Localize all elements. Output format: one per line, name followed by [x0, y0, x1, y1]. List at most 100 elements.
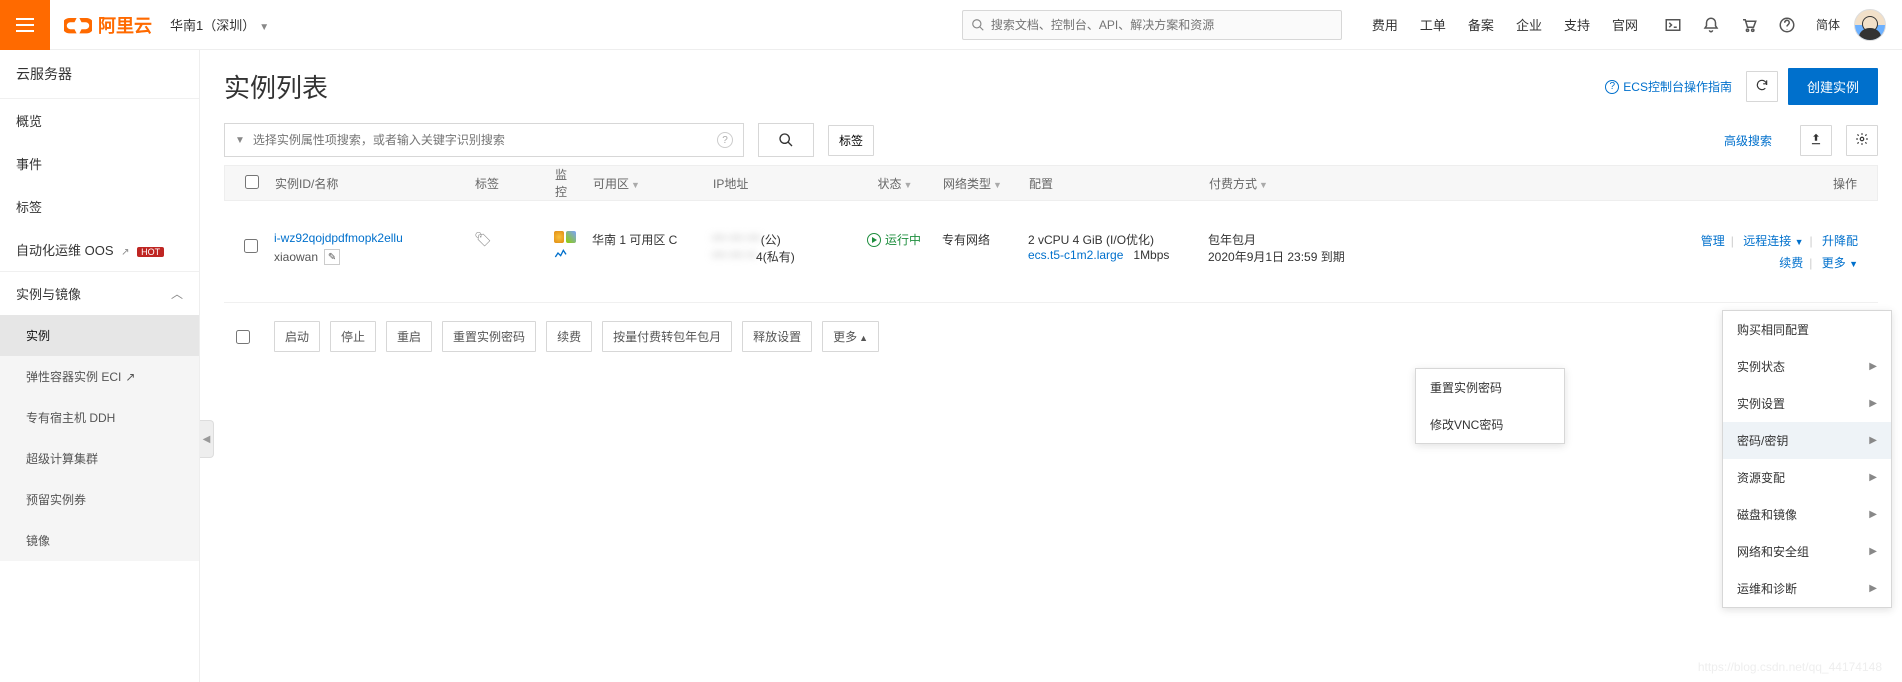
- aliyun-logo-icon: [64, 15, 92, 35]
- cart-icon[interactable]: [1740, 16, 1758, 34]
- filter-input[interactable]: [253, 133, 717, 147]
- menu-item-disk-image[interactable]: 磁盘和镜像▶: [1723, 496, 1891, 533]
- caret-up-icon: ▲: [859, 333, 868, 343]
- search-icon: [778, 132, 794, 148]
- op-renew[interactable]: 续费: [1779, 256, 1803, 270]
- menu-item-instance-status[interactable]: 实例状态▶: [1723, 348, 1891, 385]
- global-search[interactable]: [962, 10, 1342, 40]
- sort-icon: ▼: [904, 180, 913, 190]
- pay-expiry: 2020年9月1日 23:59 到期: [1208, 248, 1392, 265]
- top-icon-group: 简体: [1664, 16, 1840, 34]
- menu-item-resource-change[interactable]: 资源变配▶: [1723, 459, 1891, 496]
- clear-filter-icon[interactable]: ?: [717, 132, 733, 148]
- play-circle-icon: [867, 233, 881, 247]
- batch-restart-button[interactable]: 重启: [386, 321, 432, 352]
- monitor-chart-icon[interactable]: [554, 247, 570, 259]
- row-net: 专有网络: [934, 229, 1020, 248]
- region-selector[interactable]: 华南1（深圳）▼: [170, 15, 269, 34]
- instance-id-link[interactable]: i-wz92qojdpdfmopk2ellu: [274, 231, 403, 245]
- menu-item-network-security[interactable]: 网络和安全组▶: [1723, 533, 1891, 570]
- op-upgrade[interactable]: 升降配: [1822, 234, 1858, 248]
- avatar[interactable]: [1854, 9, 1886, 41]
- help-icon[interactable]: [1778, 16, 1796, 34]
- sidebar-item-overview[interactable]: 概览: [0, 99, 199, 142]
- col-tag: 标签: [467, 175, 547, 192]
- guide-link[interactable]: ? ECS控制台操作指南: [1605, 78, 1732, 95]
- sidebar-item-eci[interactable]: 弹性容器实例 ECI↗: [0, 356, 199, 397]
- main-content: 实例列表 ? ECS控制台操作指南 创建实例 ▼ ? 标签 高级搜索: [200, 50, 1902, 682]
- sidebar-item-instance[interactable]: 实例: [0, 315, 199, 356]
- sidebar-item-scc[interactable]: 超级计算集群: [0, 438, 199, 479]
- sidebar-item-tags[interactable]: 标签: [0, 185, 199, 228]
- col-pay[interactable]: 付费方式▼: [1201, 175, 1401, 192]
- notification-icon[interactable]: [1702, 16, 1720, 34]
- settings-button[interactable]: [1846, 125, 1878, 156]
- top-link-site[interactable]: 官网: [1612, 15, 1638, 34]
- chevron-right-icon: ▶: [1869, 509, 1877, 520]
- col-ops: 操作: [1401, 175, 1865, 192]
- cfg-line-1: 2 vCPU 4 GiB (I/O优化): [1028, 231, 1192, 248]
- cloud-shell-icon[interactable]: [1664, 16, 1682, 34]
- top-link-enterprise[interactable]: 企业: [1516, 15, 1542, 34]
- search-icon: [971, 18, 985, 32]
- batch-release-button[interactable]: 释放设置: [742, 321, 812, 352]
- export-button[interactable]: [1800, 125, 1832, 156]
- top-link-support[interactable]: 支持: [1564, 15, 1590, 34]
- col-net[interactable]: 网络类型▼: [935, 175, 1021, 192]
- caret-down-icon: ▼: [1795, 237, 1804, 247]
- refresh-button[interactable]: [1746, 71, 1778, 102]
- submenu-modify-vnc[interactable]: 修改VNC密码: [1416, 406, 1564, 443]
- batch-more-button[interactable]: 更多▲: [822, 321, 879, 352]
- language-switch[interactable]: 简体: [1816, 16, 1840, 33]
- sidebar-item-oos[interactable]: 自动化运维 OOS ↗ HOT: [0, 228, 199, 272]
- shield-icon[interactable]: [554, 231, 564, 243]
- sidebar-item-reserved[interactable]: 预留实例券: [0, 479, 199, 520]
- op-remote[interactable]: 远程连接 ▼: [1743, 234, 1803, 248]
- brand-logo[interactable]: 阿里云: [64, 12, 152, 38]
- col-status[interactable]: 状态▼: [855, 175, 935, 192]
- global-search-input[interactable]: [991, 18, 1333, 32]
- chevron-right-icon: ▶: [1869, 398, 1877, 409]
- filter-input-box[interactable]: ▼ ?: [224, 123, 744, 157]
- menu-item-buy-same[interactable]: 购买相同配置: [1723, 311, 1891, 348]
- chevron-right-icon: ▶: [1869, 472, 1877, 483]
- tag-filter-button[interactable]: 标签: [828, 125, 874, 156]
- main-menu-toggle[interactable]: [0, 0, 50, 50]
- private-ip-masked: *** *** **: [712, 250, 756, 264]
- top-link-ticket[interactable]: 工单: [1420, 15, 1446, 34]
- op-manage[interactable]: 管理: [1701, 234, 1725, 248]
- op-more[interactable]: 更多 ▼: [1822, 256, 1858, 270]
- sidebar-item-image[interactable]: 镜像: [0, 520, 199, 561]
- sidebar-item-ddh[interactable]: 专有宿主机 DDH: [0, 397, 199, 438]
- sidebar-group-instances-images[interactable]: 实例与镜像 ︿: [0, 272, 199, 315]
- menu-item-ops-diagnose[interactable]: 运维和诊断▶: [1723, 570, 1891, 607]
- instance-spec-link[interactable]: ecs.t5-c1m2.large: [1028, 248, 1123, 262]
- row-checkbox[interactable]: [244, 239, 258, 253]
- batch-renew-button[interactable]: 续费: [546, 321, 592, 352]
- select-all-footer-checkbox[interactable]: [236, 330, 250, 344]
- top-nav-links: 费用 工单 备案 企业 支持 官网: [1372, 15, 1638, 34]
- batch-convert-button[interactable]: 按量付费转包年包月: [602, 321, 732, 352]
- create-instance-button[interactable]: 创建实例: [1788, 68, 1878, 105]
- status-running: 运行中: [867, 231, 921, 248]
- batch-start-button[interactable]: 启动: [274, 321, 320, 352]
- menu-item-password-key[interactable]: 密码/密钥▶: [1723, 422, 1891, 459]
- edit-name-icon[interactable]: ✎: [324, 249, 340, 265]
- tag-icon[interactable]: 🏷: [474, 231, 492, 247]
- submenu-reset-pwd[interactable]: 重置实例密码: [1416, 369, 1564, 406]
- sidebar-item-events[interactable]: 事件: [0, 142, 199, 185]
- menu-item-instance-settings[interactable]: 实例设置▶: [1723, 385, 1891, 422]
- batch-stop-button[interactable]: 停止: [330, 321, 376, 352]
- top-link-icp[interactable]: 备案: [1468, 15, 1494, 34]
- col-zone[interactable]: 可用区▼: [585, 175, 705, 192]
- cube-icon[interactable]: [566, 231, 576, 243]
- select-all-checkbox[interactable]: [245, 175, 259, 189]
- advanced-search-link[interactable]: 高级搜索: [1724, 132, 1772, 149]
- top-link-fee[interactable]: 费用: [1372, 15, 1398, 34]
- filter-search-button[interactable]: [758, 123, 814, 157]
- refresh-icon: [1755, 78, 1769, 92]
- brand-text: 阿里云: [98, 12, 152, 38]
- batch-resetpwd-button[interactable]: 重置实例密码: [442, 321, 536, 352]
- page-title: 实例列表: [224, 68, 328, 105]
- chevron-right-icon: ▶: [1869, 546, 1877, 557]
